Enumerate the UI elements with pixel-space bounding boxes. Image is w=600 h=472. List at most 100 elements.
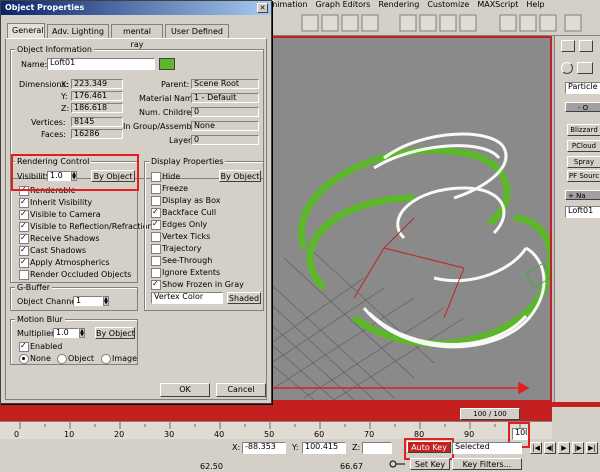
checkbox-visible-to-camera[interactable]: Visible to Camera xyxy=(19,209,101,220)
checkbox-trajectory[interactable]: Trajectory xyxy=(151,244,202,254)
category-dropdown[interactable]: Particle S xyxy=(565,82,600,94)
multiplier-label: Multiplier: xyxy=(17,329,57,338)
z-coord-field[interactable] xyxy=(362,442,392,454)
checkbox-receive-shadows[interactable]: Receive Shadows xyxy=(19,233,100,244)
parent-label: Parent: xyxy=(161,80,190,89)
track-bar[interactable]: 0102030405060708090100 xyxy=(0,421,552,439)
checkbox-edges-only[interactable]: Edges Only xyxy=(151,219,207,230)
tab-general[interactable]: General xyxy=(7,23,45,38)
checkbox-visible-to-reflection-refraction[interactable]: Visible to Reflection/Refraction xyxy=(19,221,153,232)
key-icon[interactable] xyxy=(388,458,406,470)
menu-item-graph-editors[interactable]: Graph Editors xyxy=(312,0,375,10)
object-name-input[interactable]: Loft01 xyxy=(47,58,155,70)
track-tick-label: 0 xyxy=(14,430,20,439)
multiplier-spinner[interactable]: 1.0 xyxy=(53,328,79,338)
spray-button[interactable]: Spray xyxy=(567,156,600,168)
checkbox-freeze[interactable]: Freeze xyxy=(151,184,188,194)
vertex-color-dropdown[interactable]: Vertex Color xyxy=(151,292,223,304)
previous-frame-icon[interactable]: ◀| xyxy=(544,442,556,454)
command-panel: Particle S - O Blizzard PCloud Spray PF … xyxy=(554,36,600,402)
tab-mental-ray[interactable]: mental ray xyxy=(111,24,163,49)
display-by-object-button[interactable]: By Object xyxy=(219,170,261,182)
z-coord-label: Z: xyxy=(352,443,361,452)
vertices-label: Vertices: xyxy=(31,118,66,127)
radio-image[interactable]: Image xyxy=(101,354,137,364)
checkbox-display-as-box[interactable]: Display as Box xyxy=(151,196,221,206)
x-coord-label: X: xyxy=(232,443,241,452)
current-frame-field[interactable]: 100 xyxy=(512,428,528,440)
object-type-rollout[interactable]: - O xyxy=(565,102,600,112)
object-information-title: Object Information xyxy=(15,45,94,54)
object-name-field[interactable]: Loft01 xyxy=(565,206,600,218)
key-filters-button[interactable]: Key Filters... xyxy=(452,458,522,470)
key-mode-dropdown[interactable]: Selected xyxy=(452,442,522,454)
checkbox-inherit-visibility[interactable]: Inherit Visibility xyxy=(19,197,92,208)
create-tab-icon[interactable] xyxy=(561,40,575,52)
radio-object[interactable]: Object xyxy=(57,354,94,364)
checkbox-ignore-extents[interactable]: Ignore Extents xyxy=(151,268,220,278)
checkbox-show-frozen-in-gray[interactable]: Show Frozen in Gray xyxy=(151,279,244,290)
perspective-viewport[interactable] xyxy=(262,36,554,402)
go-to-end-icon[interactable]: ▶| xyxy=(586,442,598,454)
toolbar-icons xyxy=(300,13,590,33)
tab-panel: Object Information Name: Loft01 Dimensio… xyxy=(5,38,267,400)
modify-tab-icon[interactable] xyxy=(579,40,593,52)
object-color-swatch[interactable] xyxy=(159,58,175,70)
y-coord-field[interactable]: 100.415 xyxy=(302,442,346,454)
parent-value: Scene Root xyxy=(191,79,259,89)
menu-item-rendering[interactable]: Rendering xyxy=(374,0,423,10)
time-slider-thumb[interactable]: 100 / 100 xyxy=(460,408,520,420)
time-slider[interactable]: 100 / 100 xyxy=(0,407,552,421)
material-name-value: 1 - Default xyxy=(191,93,259,103)
name-rollout-label: Na xyxy=(576,192,586,200)
menu-item-maxscript[interactable]: MAXScript xyxy=(473,0,522,10)
shapes-icon[interactable] xyxy=(577,62,593,74)
cancel-button[interactable]: Cancel xyxy=(216,383,266,397)
track-tick-label: 20 xyxy=(114,430,125,439)
checkbox-backface-cull[interactable]: Backface Cull xyxy=(151,207,216,218)
go-to-start-icon[interactable]: |◀ xyxy=(530,442,542,454)
x-dim-value: 223.349 xyxy=(71,79,123,89)
checkbox-vertex-ticks[interactable]: Vertex Ticks xyxy=(151,232,210,242)
checkbox-apply-atmospherics[interactable]: Apply Atmospherics xyxy=(19,257,110,268)
checkbox-cast-shadows[interactable]: Cast Shadows xyxy=(19,245,86,256)
radio-none[interactable]: None xyxy=(19,354,51,364)
geometry-icon[interactable] xyxy=(561,62,573,74)
multiplier-spinner-arrows[interactable]: ▲ ▼ xyxy=(79,328,85,338)
z-dim-value: 186.618 xyxy=(71,103,123,113)
menu-item-help[interactable]: Help xyxy=(522,0,548,10)
checkbox-hide[interactable]: Hide xyxy=(151,172,180,182)
next-frame-icon[interactable]: |▶ xyxy=(572,442,584,454)
object-channel-spinner-arrows[interactable]: ▲ ▼ xyxy=(103,296,109,306)
timeline-area: 100 / 100 0102030405060708090100 100 X: … xyxy=(0,402,600,472)
name-label: Name: xyxy=(21,60,48,69)
object-channel-label: Object Channel: xyxy=(17,297,82,306)
in-group-value: None xyxy=(191,121,259,131)
pcloud-button[interactable]: PCloud xyxy=(567,140,600,152)
checkbox-render-occluded-objects[interactable]: Render Occluded Objects xyxy=(19,270,131,280)
auto-key-button[interactable]: Auto Key xyxy=(407,441,451,453)
menu-item-customize[interactable]: Customize xyxy=(423,0,473,10)
y-coord-label: Y: xyxy=(292,443,299,452)
g-buffer-group: G-Buffer Object Channel: 1 ▲ ▼ xyxy=(10,283,138,311)
shaded-button[interactable]: Shaded xyxy=(227,292,261,304)
tab-user-defined[interactable]: User Defined xyxy=(165,24,229,38)
blizzard-button[interactable]: Blizzard xyxy=(567,124,600,136)
x-coord-field[interactable]: -88.353 xyxy=(242,442,286,454)
play-icon[interactable]: ▶ xyxy=(558,442,570,454)
num-children-value: 0 xyxy=(191,107,259,117)
motion-blur-enabled-checkbox[interactable]: Enabled xyxy=(19,341,62,352)
motion-blur-by-object-button[interactable]: By Object xyxy=(95,327,135,339)
status-value-left: 62.50 xyxy=(200,462,223,471)
x-dim-label: X: xyxy=(61,80,70,89)
track-tick-label: 30 xyxy=(164,430,175,439)
object-channel-spinner[interactable]: 1 xyxy=(73,296,103,306)
close-icon[interactable]: ✕ xyxy=(257,3,268,13)
pf-source-button[interactable]: PF Sourc xyxy=(567,170,600,182)
track-tick-label: 60 xyxy=(314,430,325,439)
checkbox-see-through[interactable]: See-Through xyxy=(151,256,212,266)
set-key-button[interactable]: Set Key xyxy=(410,458,450,470)
tab-adv-lighting[interactable]: Adv. Lighting xyxy=(47,24,109,38)
ok-button[interactable]: OK xyxy=(160,383,210,397)
name-color-rollout[interactable]: + Na xyxy=(565,190,600,200)
